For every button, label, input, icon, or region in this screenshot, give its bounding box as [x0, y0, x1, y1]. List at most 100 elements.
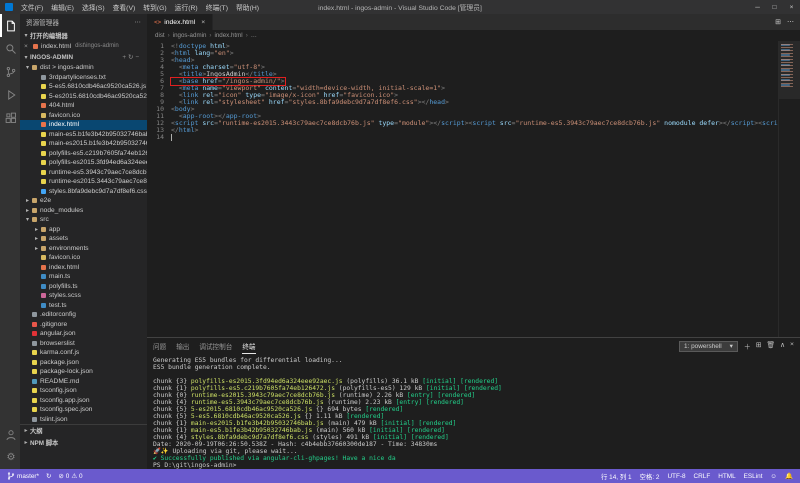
account-icon[interactable] — [0, 423, 20, 446]
tree-item[interactable]: index.html — [20, 263, 147, 273]
editor-action-icon[interactable]: ⊞ — [775, 18, 781, 26]
tree-item[interactable]: tslint.json — [20, 415, 147, 425]
minimize-button[interactable]: ─ — [749, 4, 766, 11]
tree-item[interactable]: polyfills-es5.c219b7605fa74eb126472.js — [20, 149, 147, 159]
tree-item[interactable]: .editorconfig — [20, 310, 147, 320]
editor-action-icon[interactable]: ⋯ — [787, 18, 794, 26]
tree-item[interactable]: main.ts — [20, 272, 147, 282]
menu-item[interactable]: 编辑(E) — [47, 2, 78, 12]
status-item[interactable]: ☺ — [771, 473, 778, 480]
status-item[interactable]: CRLF — [694, 473, 711, 480]
status-item[interactable]: UTF-8 — [667, 473, 685, 480]
tree-item[interactable]: .gitignore — [20, 320, 147, 330]
code-line-content[interactable]: <link rel="stylesheet" href="styles.8bfa… — [171, 99, 449, 106]
menu-item[interactable]: 运行(R) — [171, 2, 202, 12]
tree-item[interactable]: 3rdpartylicenses.txt — [20, 73, 147, 83]
tree-item[interactable]: package.json — [20, 358, 147, 368]
npm-scripts-section-header[interactable]: ▸ NPM 脚本 — [20, 436, 147, 448]
project-section-header[interactable]: ▾ INGOS-ADMIN +↻− — [20, 51, 147, 63]
tree-item[interactable]: favicon.ico — [20, 111, 147, 121]
menu-item[interactable]: 转到(G) — [139, 2, 170, 12]
tree-item[interactable]: ▾dist > ingos-admin — [20, 63, 147, 73]
menu-item[interactable]: 选择(S) — [78, 2, 109, 12]
tree-item[interactable]: tsconfig.app.json — [20, 396, 147, 406]
panel-tab[interactable]: 调试控制台 — [199, 338, 232, 354]
open-editors-section-header[interactable]: ▾ 打开的编辑器 — [20, 29, 147, 41]
minimap-slider[interactable] — [779, 41, 800, 99]
kill-terminal-button[interactable]: 🗑 — [766, 341, 775, 351]
tree-item[interactable]: tsconfig.spec.json — [20, 405, 147, 415]
tree-item[interactable]: karma.conf.js — [20, 348, 147, 358]
tree-item[interactable]: polyfills.ts — [20, 282, 147, 292]
run-debug-icon[interactable] — [0, 83, 20, 106]
minimap[interactable] — [778, 41, 800, 337]
status-item[interactable]: 行 14, 列 1 — [601, 472, 632, 481]
tree-item[interactable]: package-lock.json — [20, 367, 147, 377]
tree-item[interactable]: runtime-es2015.3443c79aec7ce8dcb76b.js — [20, 177, 147, 187]
tree-item[interactable]: main-es5.b1fe3b42b95032746bab.js — [20, 130, 147, 140]
new-terminal-button[interactable]: ＋ — [744, 341, 751, 351]
menu-item[interactable]: 终端(T) — [202, 2, 232, 12]
source-control-icon[interactable] — [0, 60, 20, 83]
status-item[interactable]: ESLint — [744, 473, 763, 480]
tree-item[interactable]: polyfills-es2015.3fd94ed6a324eee92aec.js — [20, 158, 147, 168]
tree-item[interactable]: angular.json — [20, 329, 147, 339]
panel-tab[interactable]: 输出 — [176, 338, 189, 354]
close-tab-icon[interactable]: × — [201, 19, 205, 26]
maximize-panel-button[interactable]: ∧ — [780, 341, 785, 351]
branch-indicator[interactable]: master* — [7, 472, 39, 480]
menu-item[interactable]: 帮助(H) — [232, 2, 263, 12]
problems-indicator[interactable]: ⊘ 0 ⚠ 0 — [58, 472, 82, 480]
close-editor-icon[interactable]: × — [24, 43, 32, 50]
tree-item[interactable]: browserslist — [20, 339, 147, 349]
code-line-content[interactable] — [171, 134, 172, 141]
search-icon[interactable] — [0, 37, 20, 60]
tree-item[interactable]: styles.scss — [20, 291, 147, 301]
maximize-button[interactable]: □ — [766, 4, 783, 11]
sync-button[interactable]: ↻ — [46, 472, 51, 480]
menu-item[interactable]: 查看(V) — [109, 2, 140, 12]
explorer-icon[interactable] — [0, 14, 20, 37]
menu-item[interactable]: 文件(F) — [17, 2, 47, 12]
settings-gear-icon[interactable]: ⚙ — [0, 446, 20, 469]
tree-item[interactable]: styles.8bfa9debc9d7a7df8ef6.css — [20, 187, 147, 197]
code-line-content[interactable]: </html> — [171, 127, 198, 134]
close-panel-button[interactable]: × — [790, 341, 794, 351]
status-item[interactable]: 🔔 — [785, 472, 793, 480]
terminal-output[interactable]: Generating ES5 bundles for differential … — [147, 354, 800, 469]
tree-item[interactable]: ▸assets — [20, 234, 147, 244]
open-editor-item[interactable]: × index.html dist\ingos-admin — [20, 41, 147, 51]
outline-section-header[interactable]: ▸ 大纲 — [20, 424, 147, 436]
panel-tab[interactable]: 终端 — [242, 338, 255, 354]
tree-item[interactable]: ▸node_modules — [20, 206, 147, 216]
code-line-content[interactable]: <script src="runtime-es2015.3443c79aec7c… — [171, 120, 800, 127]
tree-item[interactable]: ▸e2e — [20, 196, 147, 206]
tree-item[interactable]: main-es2015.b1fe3b42b95032746bab.js — [20, 139, 147, 149]
tree-item[interactable]: 5-es5.6810cdb46ac9520ca526.js — [20, 82, 147, 92]
close-button[interactable]: × — [783, 4, 800, 11]
project-action-icon[interactable]: − — [135, 54, 141, 61]
terminal-selector[interactable]: 1: powershell ▾ — [679, 341, 738, 352]
more-actions-icon[interactable]: ⋯ — [134, 18, 141, 26]
panel-tab[interactable]: 问题 — [153, 338, 166, 354]
tree-item[interactable]: ▸environments — [20, 244, 147, 254]
status-item[interactable]: HTML — [718, 473, 735, 480]
tree-item[interactable]: favicon.ico — [20, 253, 147, 263]
breadcrumb-item[interactable]: index.html — [214, 32, 242, 39]
extensions-icon[interactable] — [0, 106, 20, 129]
breadcrumb-item[interactable]: dist — [155, 32, 165, 39]
tree-item[interactable]: tsconfig.json — [20, 386, 147, 396]
breadcrumb-item[interactable]: ingos-admin — [173, 32, 207, 39]
tree-item[interactable]: 5-es2015.6810cdb46ac9520ca526.js — [20, 92, 147, 102]
code-editor[interactable]: 1<!doctype html>2<html lang="en">3<head>… — [147, 41, 800, 337]
tree-item[interactable]: 404.html — [20, 101, 147, 111]
split-terminal-button[interactable]: ⊞ — [756, 341, 762, 351]
breadcrumb-item[interactable]: … — [251, 32, 257, 39]
status-item[interactable]: 空格: 2 — [640, 472, 660, 481]
tree-item[interactable]: runtime-es5.3943c79aec7ce8dcb76b.js — [20, 168, 147, 178]
tree-item[interactable]: README.md — [20, 377, 147, 387]
tree-item[interactable]: test.ts — [20, 301, 147, 311]
tree-item[interactable]: index.html — [20, 120, 147, 130]
tab-index-html[interactable]: <> index.html × — [147, 14, 213, 30]
tree-item[interactable]: ▾src — [20, 215, 147, 225]
